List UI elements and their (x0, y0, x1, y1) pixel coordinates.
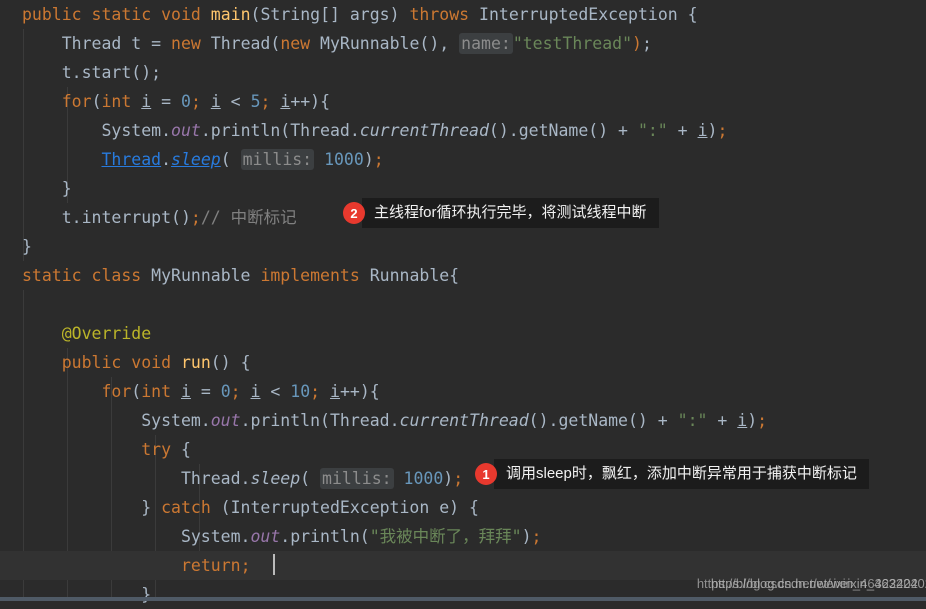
code-line[interactable]: } catch (InterruptedException e) { (0, 493, 926, 522)
code-editor[interactable]: public static void main(String[] args) t… (0, 0, 926, 604)
code-line[interactable]: for(int i = 0; i < 5; i++){ (0, 87, 926, 116)
callout-badge-2: 2 (343, 202, 365, 224)
callout-bubble-2: 主线程for循环执行完毕，将测试线程中断 (362, 198, 659, 228)
code-line[interactable]: for(int i = 0; i < 10; i++){ (0, 377, 926, 406)
callout-2[interactable]: 2 主线程for循环执行完毕，将测试线程中断 (343, 198, 659, 228)
status-bar (0, 597, 926, 601)
callout-bubble-1: 调用sleep时，飘红，添加中断异常用于捕获中断标记 (494, 459, 869, 489)
code-line[interactable]: System.out.println(Thread.currentThread(… (0, 406, 926, 435)
code-line[interactable]: System.out.println("我被中断了，拜拜"); (0, 522, 926, 551)
callout-badge-1: 1 (475, 463, 497, 485)
code-line[interactable] (0, 290, 926, 319)
code-line[interactable]: } (0, 232, 926, 261)
code-line[interactable]: System.out.println(Thread.currentThread(… (0, 116, 926, 145)
watermark: https://blog.csdn.net/weixin_46322402 ht… (697, 576, 926, 591)
watermark-url-secondary: https://blog.csdn.net/weixin_46322402 (710, 576, 926, 591)
code-line[interactable]: public static void main(String[] args) t… (0, 0, 926, 29)
code-line[interactable]: public void run() { (0, 348, 926, 377)
callout-1[interactable]: 1 调用sleep时，飘红，添加中断异常用于捕获中断标记 (475, 459, 869, 489)
code-line[interactable]: Thread.sleep( millis: 1000); (0, 145, 926, 174)
text-caret (273, 554, 275, 575)
code-line[interactable]: Thread t = new Thread(new MyRunnable(), … (0, 29, 926, 58)
code-line[interactable]: static class MyRunnable implements Runna… (0, 261, 926, 290)
code-line[interactable]: @Override (0, 319, 926, 348)
code-line[interactable]: t.start(); (0, 58, 926, 87)
